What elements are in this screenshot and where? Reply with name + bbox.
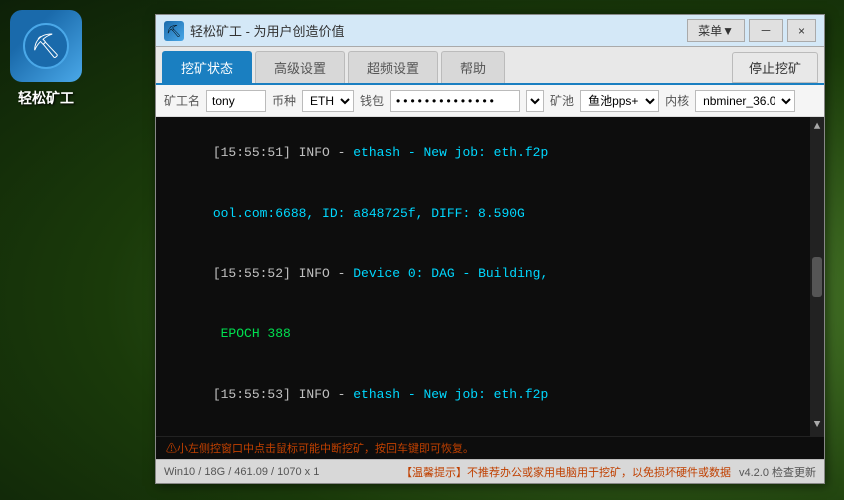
menu-button[interactable]: 菜单▼: [687, 19, 745, 42]
core-label: 内核: [665, 92, 689, 109]
pool-label: 矿池: [550, 92, 574, 109]
title-bar: ⛏ 轻松矿工 - 为用户创造价值 菜单▼ － ×: [156, 15, 824, 47]
scroll-down-arrow[interactable]: ▼: [814, 417, 821, 434]
param-bar: 矿工名 币种 ETH 钱包 矿池 鱼池pps+ 内核 nbminer_36.0: [156, 85, 824, 117]
tab-mining-status[interactable]: 挖矿状态: [162, 51, 252, 83]
title-bar-controls: 菜单▼ － ×: [687, 19, 816, 42]
wallet-label: 钱包: [360, 92, 384, 109]
tab-advanced-settings[interactable]: 高级设置: [255, 51, 345, 83]
close-button[interactable]: ×: [787, 19, 816, 42]
coin-select[interactable]: ETH: [302, 90, 354, 112]
title-bar-text: 轻松矿工 - 为用户创造价值: [190, 21, 687, 40]
console-line-1: [15:55:51] INFO - ethash - New job: eth.…: [166, 123, 814, 183]
wallet-input[interactable]: [390, 90, 520, 112]
title-bar-icon: ⛏: [164, 21, 184, 41]
miner-name-label: 矿工名: [164, 92, 200, 109]
console-line-3: [15:55:53] INFO - ethash - New job: eth.…: [166, 365, 814, 425]
app-icon: ⛏: [10, 10, 82, 82]
app-icon-container: ⛏ 轻松矿工: [10, 10, 82, 108]
console-line-2b: EPOCH 388: [166, 304, 814, 364]
console-area[interactable]: [15:55:51] INFO - ethash - New job: eth.…: [156, 117, 824, 436]
app-icon-label: 轻松矿工: [18, 88, 74, 108]
status-bar: Win10 / 18G / 461.09 / 1070 x 1 【温馨提示】不推…: [156, 459, 824, 483]
main-window: ⛏ 轻松矿工 - 为用户创造价值 菜单▼ － × 挖矿状态 高级设置 超频设置 …: [155, 14, 825, 484]
console-line-1b: ool.com:6688, ID: a848725f, DIFF: 8.590G: [166, 183, 814, 243]
scroll-thumb[interactable]: [812, 257, 822, 297]
miner-name-input[interactable]: [206, 90, 266, 112]
pool-select[interactable]: 鱼池pps+: [580, 90, 659, 112]
tab-bar: 挖矿状态 高级设置 超频设置 帮助 停止挖矿: [156, 47, 824, 85]
console-footer-hint: ⚠小左侧控窗口中点击鼠标可能中断挖矿，按回车键即可恢复。: [156, 436, 824, 459]
sys-info: Win10 / 18G / 461.09 / 1070 x 1: [164, 466, 393, 478]
status-warning: 【温馨提示】不推荐办公或家用电脑用于挖矿，以免损坏硬件或数据: [401, 464, 731, 480]
version-text[interactable]: v4.2.0 检查更新: [739, 464, 816, 480]
console-scrollbar[interactable]: ▲ ▼: [810, 117, 824, 436]
tab-help[interactable]: 帮助: [441, 51, 505, 83]
stop-mining-button[interactable]: 停止挖矿: [732, 52, 818, 83]
scroll-up-arrow[interactable]: ▲: [814, 119, 821, 136]
coin-label: 币种: [272, 92, 296, 109]
svg-text:⛏: ⛏: [31, 33, 61, 60]
console-line-2: [15:55:52] INFO - Device 0: DAG - Buildi…: [166, 244, 814, 304]
footer-hint-text: ⚠小左侧控窗口中点击鼠标可能中断挖矿，按回车键即可恢复。: [166, 443, 474, 455]
wallet-select[interactable]: [526, 90, 544, 112]
minimize-button[interactable]: －: [749, 19, 783, 42]
core-select[interactable]: nbminer_36.0: [695, 90, 795, 112]
console-line-3b: ool.com:6688, ID: 82117d28, DIFF: 8.590G: [166, 425, 814, 436]
tab-super-settings[interactable]: 超频设置: [348, 51, 438, 83]
